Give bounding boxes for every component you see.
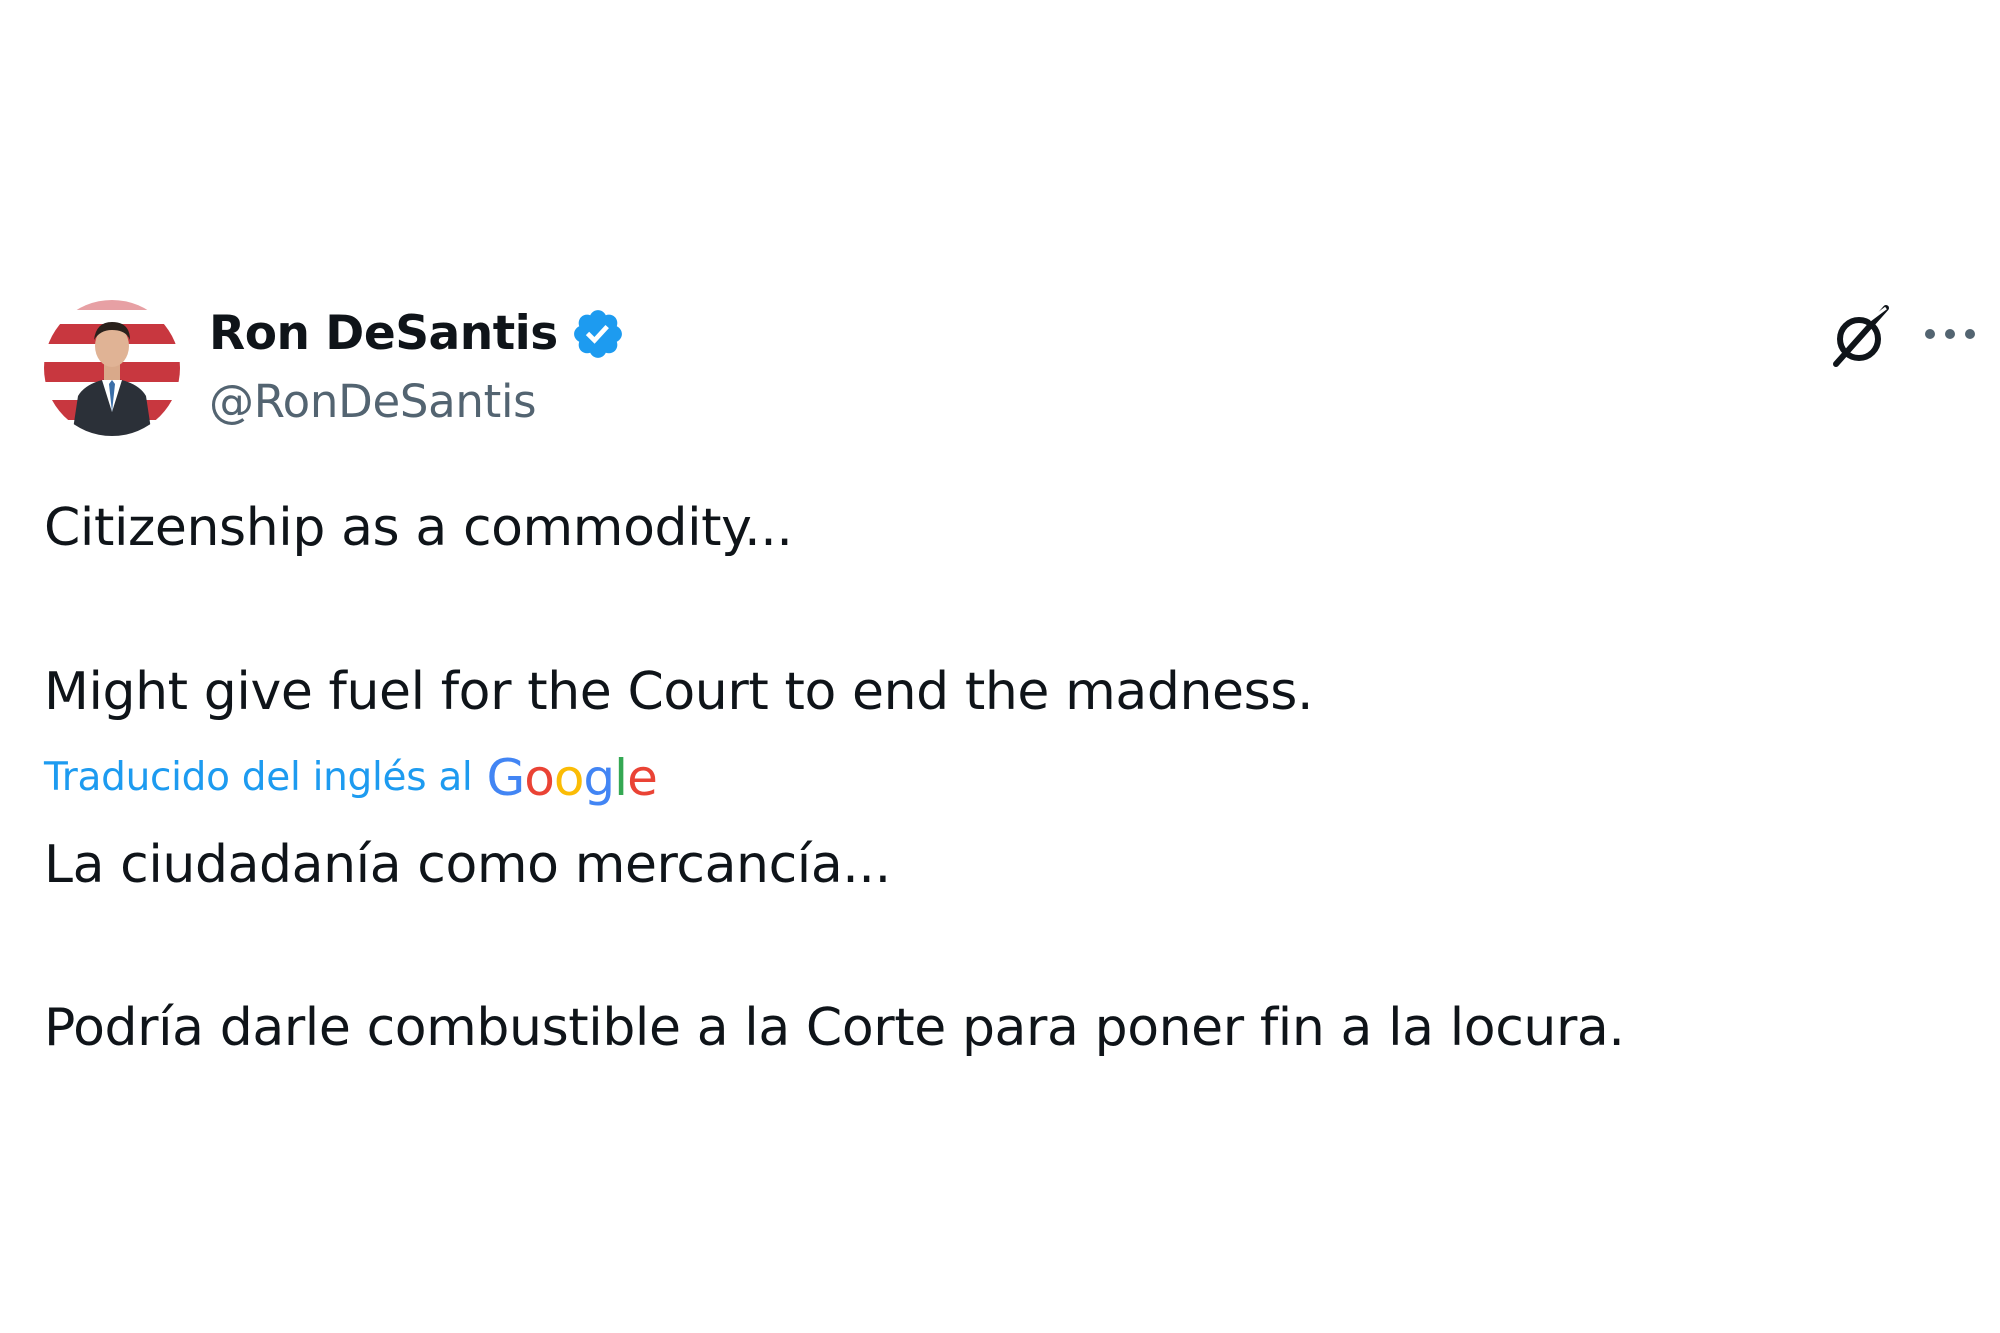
translated-by-label[interactable]: Traducido del inglés al <box>44 745 473 811</box>
tweet-card: Ron DeSantis @RonDeSantis Citizenship as… <box>0 0 2000 1333</box>
google-logo-letter: o <box>524 749 555 807</box>
user-handle[interactable]: @RonDeSantis <box>209 368 626 436</box>
google-logo-letter: g <box>583 749 615 807</box>
google-logo-letter: l <box>614 749 628 807</box>
google-logo-letter: o <box>553 749 585 807</box>
google-logo-letter: G <box>486 749 525 807</box>
profile-photo-icon <box>44 300 180 436</box>
tweet-text-translated-line-2: Podría darle combustible a la Corte para… <box>44 998 1625 1058</box>
google-logo-letter: e <box>627 749 658 807</box>
tweet-text-original-line-1: Citizenship as a commodity... <box>44 498 793 558</box>
display-name[interactable]: Ron DeSantis <box>209 300 558 368</box>
more-options-icon[interactable] <box>1922 312 1978 356</box>
translation-attribution: Traducido del inglés al Google <box>44 745 658 811</box>
avatar[interactable] <box>44 300 180 436</box>
grok-icon[interactable] <box>1826 302 1896 372</box>
author-block: Ron DeSantis @RonDeSantis <box>209 300 626 436</box>
verified-badge-icon[interactable] <box>570 306 626 362</box>
name-row: Ron DeSantis <box>209 300 626 368</box>
google-logo: Google <box>486 745 658 811</box>
tweet-text-original-line-2: Might give fuel for the Court to end the… <box>44 662 1314 722</box>
tweet-text-translated-line-1: La ciudadanía como mercancía... <box>44 835 891 895</box>
